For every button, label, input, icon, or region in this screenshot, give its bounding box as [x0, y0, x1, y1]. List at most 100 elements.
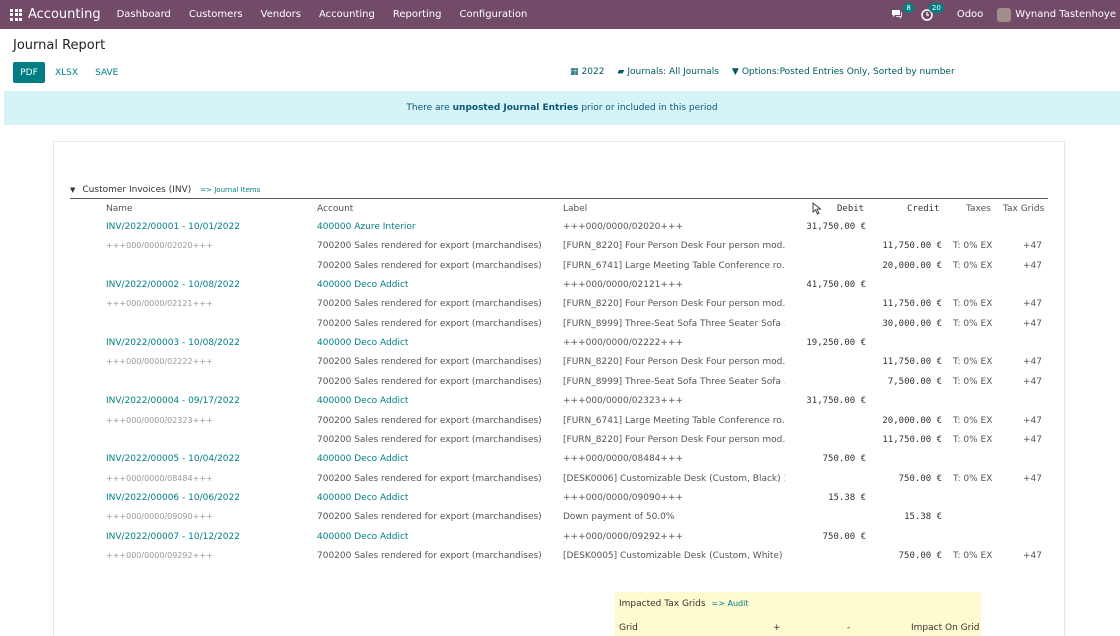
tax-name: T: 0% EX [953, 299, 993, 310]
payment-reference: +++000/0000/02323+++ [106, 415, 213, 425]
partner-account[interactable]: 400000 Deco Addict [317, 280, 408, 290]
line-label: Down payment of 50.0% [563, 512, 675, 523]
menu-customers[interactable]: Customers [189, 9, 243, 20]
tax-grid: +47 [1023, 434, 1042, 445]
messages-icon[interactable]: 8 [889, 2, 914, 22]
book-icon: ▰ [617, 67, 625, 77]
move-name[interactable]: INV/2022/00005 - 10/04/2022 [106, 454, 240, 464]
line-label: +++000/0000/02323+++ [563, 396, 684, 407]
partner-account[interactable]: 400000 Deco Addict [317, 338, 408, 348]
move-name[interactable]: INV/2022/00003 - 10/08/2022 [106, 338, 240, 348]
audit-link[interactable]: => Audit [712, 599, 749, 608]
messages-badge: 8 [903, 2, 914, 13]
table-row: 700200 Sales rendered for export (marcha… [54, 319, 1064, 338]
alert-link[interactable]: unposted Journal Entries [453, 103, 579, 113]
partner-account[interactable]: 400000 Deco Addict [317, 454, 408, 464]
apps-menu-icon[interactable] [10, 8, 22, 21]
account-name: 700200 Sales rendered for export (marcha… [317, 473, 542, 484]
table-row: INV/2022/00003 - 10/08/2022 400000 Deco A… [54, 338, 1064, 357]
pdf-button[interactable]: PDF [13, 62, 45, 83]
table-row: +++000/0000/02222+++ 700200 Sales rendere… [54, 357, 1064, 376]
line-label: [FURN_8999] Three-Seat Sofa Three Seater… [563, 376, 785, 387]
table-row: +++000/0000/08484+++ 700200 Sales rendere… [54, 474, 1064, 493]
menu-dashboard[interactable]: Dashboard [117, 9, 171, 20]
tax-grid: +47 [1023, 299, 1042, 310]
table-row: 700200 Sales rendered for export (marcha… [54, 377, 1064, 396]
journal-section-header[interactable]: ▼ Customer Invoices (INV) => Journal Ite… [70, 185, 260, 195]
user-menu[interactable]: Wynand Tastenhoye [1015, 9, 1116, 20]
menu-vendors[interactable]: Vendors [261, 9, 301, 20]
menu-reporting[interactable]: Reporting [393, 9, 442, 20]
activities-icon[interactable]: 20 [919, 2, 944, 22]
save-button[interactable]: SAVE [95, 68, 118, 78]
account-name: 700200 Sales rendered for export (marcha… [317, 357, 542, 368]
move-name[interactable]: INV/2022/00006 - 10/06/2022 [106, 493, 240, 503]
credit-amount: 20,000.00 € [882, 415, 942, 426]
move-name[interactable]: INV/2022/00001 - 10/01/2022 [106, 222, 240, 232]
tax-grid: +47 [1023, 473, 1042, 484]
tax-name: T: 0% EX [953, 318, 993, 329]
table-row: 700200 Sales rendered for export (marcha… [54, 435, 1064, 454]
journals-filter-label: Journals: All Journals [627, 67, 719, 77]
section-divider [70, 198, 1048, 199]
partner-account[interactable]: 400000 Deco Addict [317, 396, 408, 406]
alert-suffix: prior or included in this period [581, 103, 718, 113]
col-header-tax-grids: Tax Grids [1003, 204, 1045, 214]
account-code: 400000 [317, 454, 352, 465]
payment-reference: +++000/0000/08484+++ [106, 473, 213, 483]
partner-account[interactable]: 400000 Azure Interior [317, 222, 416, 232]
page-title: Journal Report [13, 38, 106, 53]
menu-configuration[interactable]: Configuration [459, 9, 527, 20]
journals-filter[interactable]: ▰ Journals: All Journals [617, 67, 718, 77]
account-name: 700200 Sales rendered for export (marcha… [317, 260, 542, 271]
table-row: INV/2022/00002 - 10/08/2022 400000 Deco A… [54, 280, 1064, 299]
report-sheet: ▼ Customer Invoices (INV) => Journal Ite… [53, 141, 1065, 636]
top-navbar: Accounting Dashboard Customers Vendors A… [0, 0, 1120, 29]
app-name[interactable]: Accounting [28, 7, 101, 22]
user-avatar[interactable] [997, 7, 1012, 22]
partner-account[interactable]: 400000 Deco Addict [317, 493, 408, 503]
table-row: INV/2022/00005 - 10/04/2022 400000 Deco A… [54, 454, 1064, 473]
account-name: 700200 Sales rendered for export (marcha… [317, 318, 542, 329]
table-row: +++000/0000/09090+++ 700200 Sales rendere… [54, 512, 1064, 531]
credit-amount: 750.00 € [898, 550, 942, 561]
line-label: [FURN_6741] Large Meeting Table Conferen… [563, 260, 785, 271]
account-code: 400000 [317, 222, 352, 232]
move-name[interactable]: INV/2022/00002 - 10/08/2022 [106, 280, 240, 290]
options-filter[interactable]: ▼ Options:Posted Entries Only, Sorted by… [732, 67, 955, 77]
company-switcher[interactable]: Odoo [957, 9, 983, 20]
tax-grid: +47 [1023, 415, 1042, 426]
journal-section-title: Customer Invoices (INV) [82, 185, 192, 195]
payment-reference: +++000/0000/02222+++ [106, 357, 213, 367]
table-row: INV/2022/00004 - 09/17/2022 400000 Deco A… [54, 396, 1064, 415]
xlsx-button[interactable]: XLSX [55, 68, 78, 78]
menu-accounting[interactable]: Accounting [319, 9, 375, 20]
credit-amount: 20,000.00 € [882, 260, 942, 271]
table-row: 700200 Sales rendered for export (marcha… [54, 261, 1064, 280]
tax-name: T: 0% EX [953, 260, 993, 271]
line-label: [FURN_8999] Three-Seat Sofa Three Seater… [563, 318, 785, 329]
report-toolbar: PDF XLSX SAVE [13, 62, 135, 83]
tax-grid: +47 [1023, 376, 1042, 387]
partner-name: Deco Addict [354, 531, 409, 542]
col-header-minus: - [847, 623, 851, 633]
table-row: +++000/0000/02323+++ 700200 Sales rendere… [54, 416, 1064, 435]
move-name[interactable]: INV/2022/00004 - 09/17/2022 [106, 396, 240, 406]
col-header-name: Name [106, 204, 133, 214]
partner-name: Deco Addict [354, 338, 409, 349]
move-name[interactable]: INV/2022/00007 - 10/12/2022 [106, 532, 240, 542]
partner-name: Deco Addict [354, 280, 409, 291]
debit-amount: 750.00 € [822, 531, 866, 542]
tax-name: T: 0% EX [953, 473, 993, 484]
tax-grids-title: Impacted Tax Grids [619, 599, 706, 609]
debit-amount: 750.00 € [822, 454, 866, 465]
journal-items-link[interactable]: => Journal Items [200, 186, 260, 194]
debit-amount: 31,750.00 € [806, 396, 866, 407]
calendar-icon: ▦ [570, 67, 579, 77]
line-label: [FURN_8220] Four Person Desk Four person… [563, 299, 785, 310]
tax-name: T: 0% EX [953, 550, 993, 561]
alert-prefix: There are [406, 103, 450, 113]
caret-down-icon: ▼ [70, 186, 76, 194]
date-filter[interactable]: ▦ 2022 [570, 67, 604, 77]
partner-account[interactable]: 400000 Deco Addict [317, 532, 408, 542]
